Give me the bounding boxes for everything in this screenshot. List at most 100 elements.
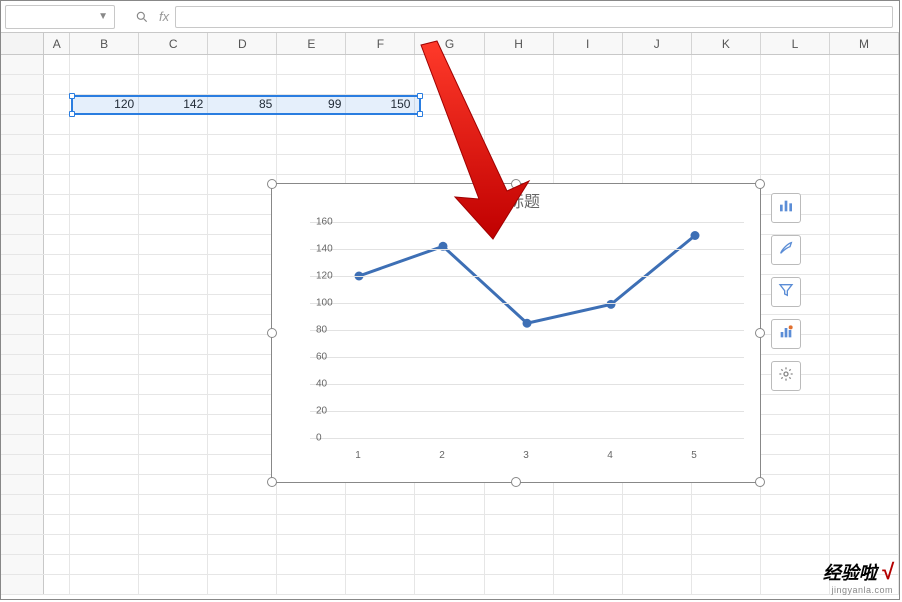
cell-L25[interactable]: [761, 535, 830, 555]
cell-M20[interactable]: [830, 435, 899, 455]
row-header[interactable]: [1, 335, 44, 354]
cell-M22[interactable]: [830, 475, 899, 495]
cell-B16[interactable]: [70, 355, 139, 375]
row-header[interactable]: [1, 135, 44, 154]
cell-B8[interactable]: [70, 195, 139, 215]
cell-M14[interactable]: [830, 315, 899, 335]
cell-C1[interactable]: [139, 55, 208, 75]
row-header[interactable]: [1, 395, 44, 414]
cell-C20[interactable]: [139, 435, 208, 455]
cell-I27[interactable]: [554, 575, 623, 595]
cell-E4[interactable]: [277, 115, 346, 135]
cell-M13[interactable]: [830, 295, 899, 315]
cell-L23[interactable]: [761, 495, 830, 515]
cell-D5[interactable]: [208, 135, 277, 155]
row-header[interactable]: [1, 475, 44, 494]
cell-B10[interactable]: [70, 235, 139, 255]
select-all-corner[interactable]: [1, 33, 44, 54]
cell-A14[interactable]: [44, 315, 70, 335]
cell-K6[interactable]: [692, 155, 761, 175]
cell-I2[interactable]: [554, 75, 623, 95]
cell-C6[interactable]: [139, 155, 208, 175]
cell-K23[interactable]: [692, 495, 761, 515]
cell-F23[interactable]: [346, 495, 415, 515]
row-header[interactable]: [1, 195, 44, 214]
cell-J1[interactable]: [623, 55, 692, 75]
cell-I3[interactable]: [554, 95, 623, 115]
cell-J25[interactable]: [623, 535, 692, 555]
cell-I1[interactable]: [554, 55, 623, 75]
cell-B17[interactable]: [70, 375, 139, 395]
cell-B22[interactable]: [70, 475, 139, 495]
cell-L1[interactable]: [761, 55, 830, 75]
row-header[interactable]: [1, 115, 44, 134]
cell-M11[interactable]: [830, 255, 899, 275]
cell-F3[interactable]: 150: [346, 95, 415, 115]
cell-A21[interactable]: [44, 455, 70, 475]
cell-G2[interactable]: [415, 75, 484, 95]
chart-styles-button[interactable]: [771, 235, 801, 265]
row-header[interactable]: [1, 255, 44, 274]
cell-C23[interactable]: [139, 495, 208, 515]
cell-J6[interactable]: [623, 155, 692, 175]
cell-C11[interactable]: [139, 255, 208, 275]
cell-A4[interactable]: [44, 115, 70, 135]
cell-M19[interactable]: [830, 415, 899, 435]
cell-C3[interactable]: 142: [139, 95, 208, 115]
column-header-A[interactable]: A: [44, 33, 70, 54]
cell-M3[interactable]: [830, 95, 899, 115]
cell-D24[interactable]: [208, 515, 277, 535]
cell-B13[interactable]: [70, 295, 139, 315]
column-header-B[interactable]: B: [70, 33, 139, 54]
column-header-J[interactable]: J: [623, 33, 692, 54]
column-header-L[interactable]: L: [761, 33, 830, 54]
cell-K5[interactable]: [692, 135, 761, 155]
row-header[interactable]: [1, 495, 44, 514]
cell-C18[interactable]: [139, 395, 208, 415]
cell-K26[interactable]: [692, 555, 761, 575]
cell-D2[interactable]: [208, 75, 277, 95]
cell-M8[interactable]: [830, 195, 899, 215]
row-header[interactable]: [1, 355, 44, 374]
cell-B19[interactable]: [70, 415, 139, 435]
cell-A12[interactable]: [44, 275, 70, 295]
cell-E27[interactable]: [277, 575, 346, 595]
cell-G4[interactable]: [415, 115, 484, 135]
cell-G5[interactable]: [415, 135, 484, 155]
cell-M7[interactable]: [830, 175, 899, 195]
cell-B4[interactable]: [70, 115, 139, 135]
row-header[interactable]: [1, 515, 44, 534]
cell-M16[interactable]: [830, 355, 899, 375]
cell-A5[interactable]: [44, 135, 70, 155]
cell-C15[interactable]: [139, 335, 208, 355]
cell-D10[interactable]: [208, 235, 277, 255]
cell-D13[interactable]: [208, 295, 277, 315]
cell-L4[interactable]: [761, 115, 830, 135]
cell-B24[interactable]: [70, 515, 139, 535]
cell-K27[interactable]: [692, 575, 761, 595]
row-header[interactable]: [1, 235, 44, 254]
cell-A10[interactable]: [44, 235, 70, 255]
cell-L5[interactable]: [761, 135, 830, 155]
chart-resize-handle[interactable]: [511, 477, 521, 487]
cell-A18[interactable]: [44, 395, 70, 415]
cell-D26[interactable]: [208, 555, 277, 575]
cell-F6[interactable]: [346, 155, 415, 175]
chart-resize-handle[interactable]: [755, 179, 765, 189]
cell-G25[interactable]: [415, 535, 484, 555]
cell-H27[interactable]: [485, 575, 554, 595]
chart-resize-handle[interactable]: [267, 179, 277, 189]
cell-D22[interactable]: [208, 475, 277, 495]
cell-M4[interactable]: [830, 115, 899, 135]
cell-M5[interactable]: [830, 135, 899, 155]
cell-C13[interactable]: [139, 295, 208, 315]
row-header[interactable]: [1, 295, 44, 314]
column-header-H[interactable]: H: [485, 33, 554, 54]
cell-M10[interactable]: [830, 235, 899, 255]
cell-C7[interactable]: [139, 175, 208, 195]
cell-C27[interactable]: [139, 575, 208, 595]
cell-L20[interactable]: [761, 435, 830, 455]
cell-E3[interactable]: 99: [277, 95, 346, 115]
cell-M24[interactable]: [830, 515, 899, 535]
column-header-I[interactable]: I: [554, 33, 623, 54]
